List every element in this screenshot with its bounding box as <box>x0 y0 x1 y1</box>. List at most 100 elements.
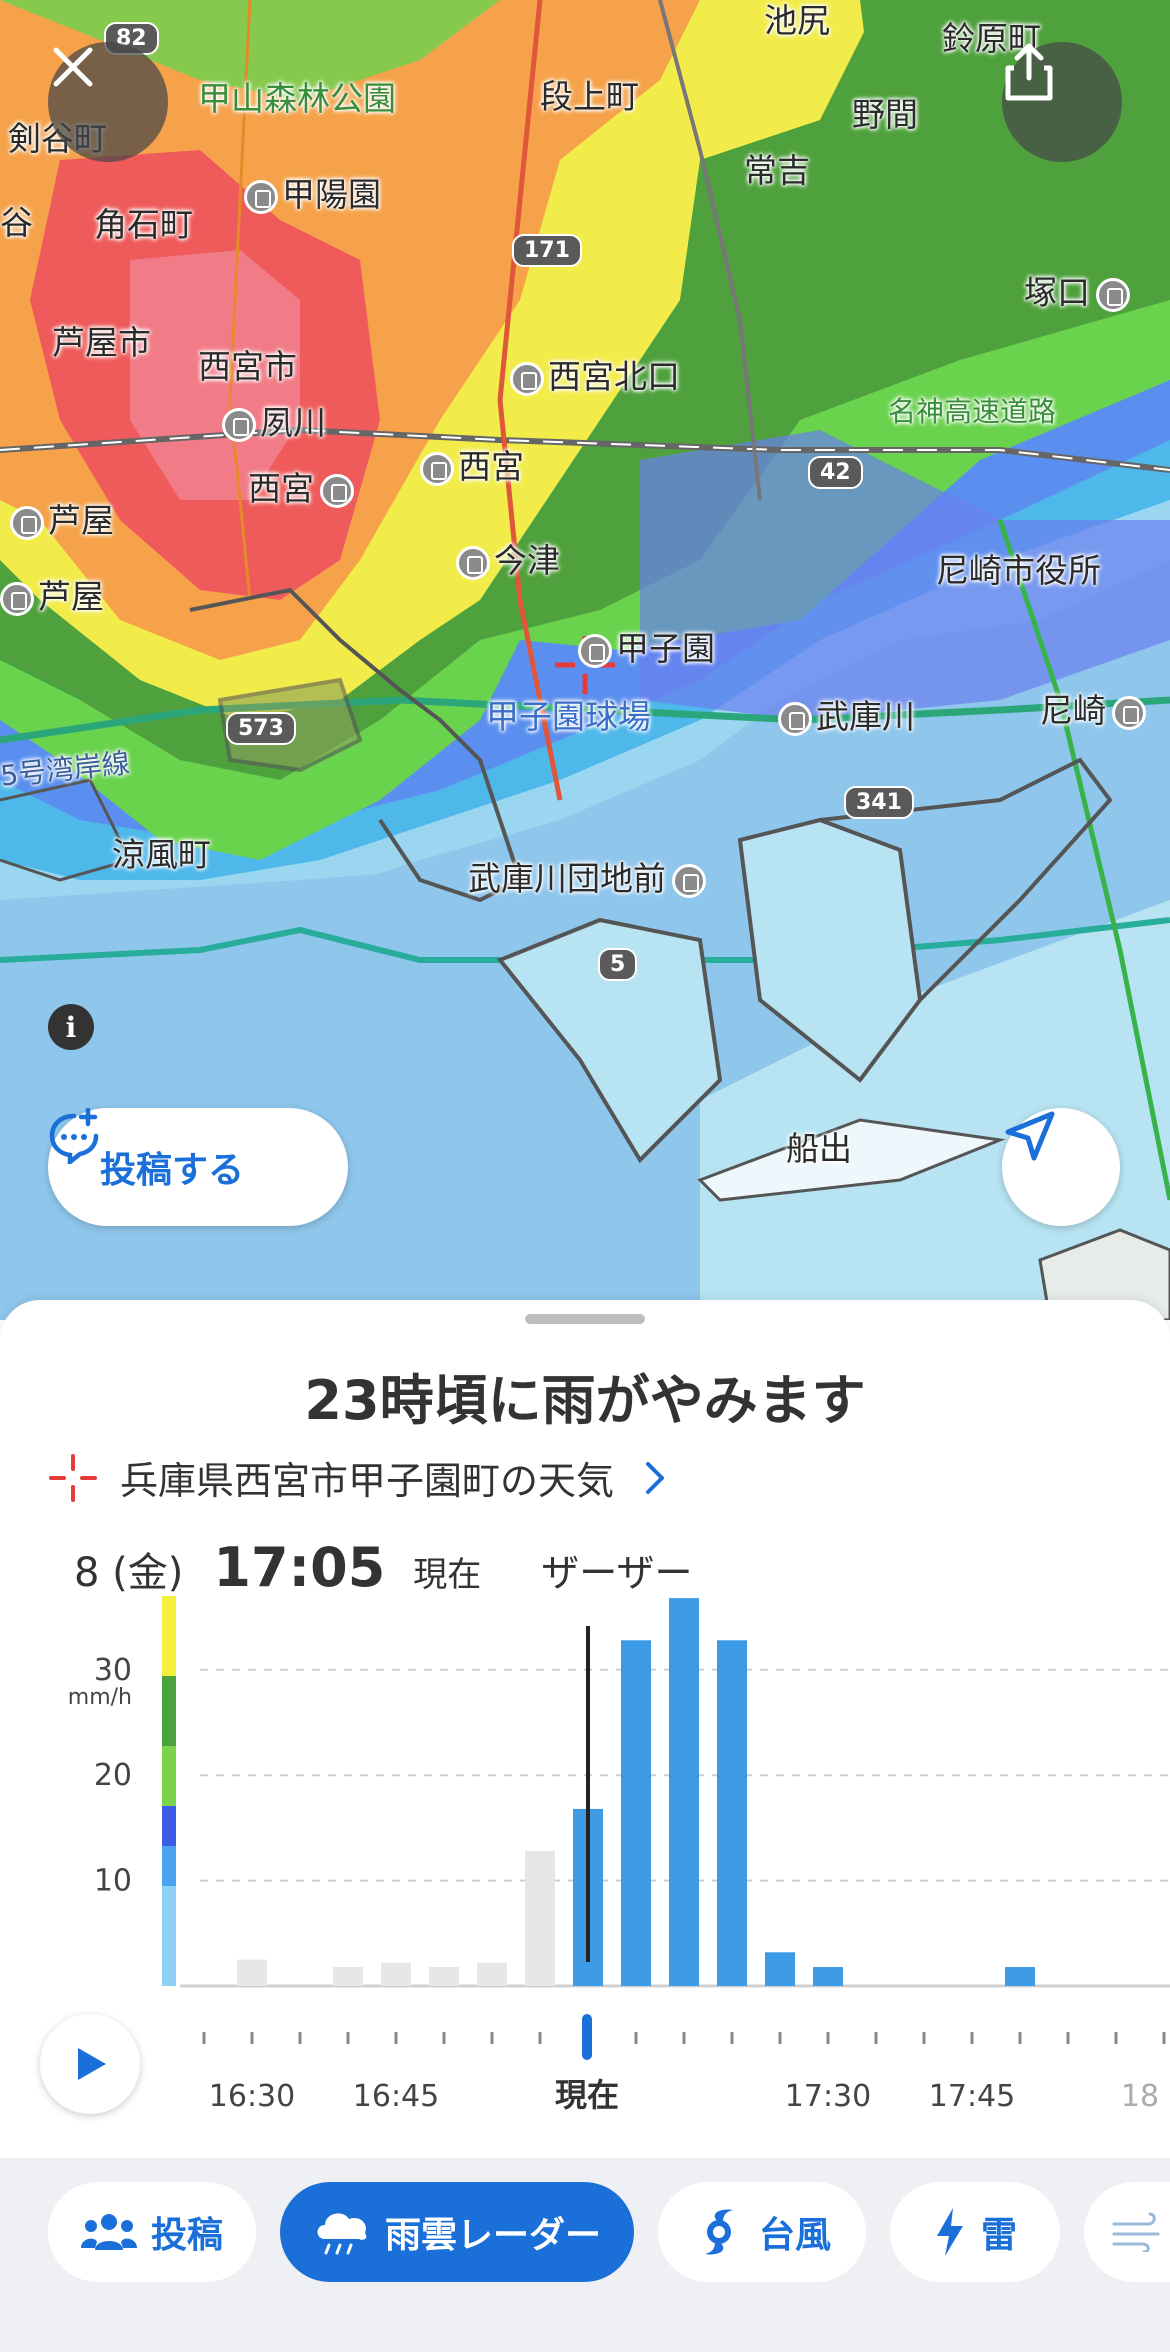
navigation-arrow-icon <box>1005 1111 1055 1161</box>
station-icon <box>420 451 454 486</box>
tab-lightning[interactable]: 雷 <box>890 2182 1060 2282</box>
bottom-tab-bar: 投稿 雨雲レーダー 台風 雷 <box>0 2158 1170 2352</box>
map-label-meishin: 名神高速道路 <box>888 395 1057 428</box>
station-icon <box>10 505 44 540</box>
tab-rain-radar-label: 雨雲レーダー <box>384 2215 601 2256</box>
route-42-shield: 42 <box>808 456 863 489</box>
close-icon <box>53 47 93 87</box>
post-button-label: 投稿する <box>100 1150 245 1191</box>
past-rain-bar <box>333 1967 363 1986</box>
tab-posts[interactable]: 投稿 <box>48 2182 256 2282</box>
station-icon <box>510 361 544 396</box>
past-rain-bar <box>381 1962 411 1986</box>
map-label-ikejiri: 池尻 <box>764 1 830 40</box>
station-icon <box>222 407 256 442</box>
past-rain-bar <box>477 1962 507 1986</box>
rainfall-chart: 10 20 30mm/h <box>68 1596 1170 1988</box>
map-label-nishinomiya-hs: 西宮 <box>248 462 358 510</box>
map-label-dangami: 段上町 <box>540 77 639 116</box>
tab-typhoon[interactable]: 台風 <box>658 2182 866 2282</box>
wind-icon <box>1112 2212 1160 2252</box>
sheet-drag-handle[interactable] <box>525 1314 645 1324</box>
station-icon <box>244 179 278 214</box>
forecast-rain-bar <box>717 1640 747 1986</box>
scale-bar-segment <box>162 1746 176 1806</box>
map-label-shukugawa: 夙川 <box>222 396 326 444</box>
y-tick-label: 20 <box>94 1758 132 1793</box>
typhoon-icon <box>704 2209 733 2255</box>
past-rain-bar <box>525 1851 555 1986</box>
map-label-amagasaki-office: 尼崎市役所 <box>936 551 1101 590</box>
map-label-imazu: 今津 <box>456 534 560 582</box>
route-341-shield: 341 <box>844 786 914 819</box>
station-icon <box>0 581 34 616</box>
location-link[interactable]: 兵庫県西宮市甲子園町の天気 <box>48 1450 666 1505</box>
rain-intensity-label: ザーザー <box>541 1551 693 1595</box>
map-label-noma: 野間 <box>852 95 918 134</box>
map-label-ashiya-1: 芦屋 <box>10 494 114 542</box>
timeline-label: 17:45 <box>929 2079 1015 2114</box>
y-tick-label: 10 <box>94 1864 132 1899</box>
map-label-mukogawa-danchi: 武庫川団地前 <box>468 852 710 900</box>
map-label-koshien: 甲子園 <box>578 622 715 670</box>
tab-typhoon-label: 台風 <box>758 2215 831 2256</box>
station-icon <box>456 545 490 580</box>
post-button[interactable]: 投稿する <box>48 1108 348 1226</box>
map-label-tsuneyoshi: 常吉 <box>744 151 810 190</box>
timeline-label: 17:30 <box>785 2079 871 2114</box>
tab-posts-label: 投稿 <box>150 2215 223 2256</box>
forecast-rain-bar <box>669 1598 699 1986</box>
now-label: 現在 <box>413 1555 482 1595</box>
forecast-rain-bar <box>621 1640 651 1986</box>
map-label-nishinomiya-jr: 西宮 <box>420 440 524 488</box>
route-5-shield: 5 <box>598 948 638 981</box>
map-label-nishinomiyakitaguchi: 西宮北口 <box>510 350 680 398</box>
lightning-icon <box>936 2208 963 2256</box>
post-comment-icon <box>49 1108 99 1164</box>
map-label-kabutoyama: 甲山森林公園 <box>198 79 396 118</box>
map-label-kabutoen: 甲陽園 <box>244 168 381 216</box>
scale-bar-segment <box>162 1886 176 1986</box>
timeline-scrubber[interactable]: 16:30 16:45 現在 17:30 17:45 18 <box>0 2000 1170 2130</box>
map-label-tsukaguchi: 塚口 <box>1024 266 1134 314</box>
scale-bar-segment <box>162 1596 176 1676</box>
station-icon <box>1112 695 1146 730</box>
share-button[interactable] <box>1002 42 1122 162</box>
tab-wind-partial[interactable] <box>1084 2182 1170 2282</box>
scale-bar-segment <box>162 1676 176 1746</box>
share-icon <box>1005 43 1053 101</box>
rain-cloud-icon <box>317 2213 367 2255</box>
timeline-label-now: 現在 <box>555 2076 619 2114</box>
map-label-mukogawa: 武庫川 <box>778 690 915 738</box>
map-label-suzukaze: 涼風町 <box>112 835 211 874</box>
timeline-label: 16:30 <box>209 2079 295 2114</box>
rain-forecast-headline: 23時頃に雨がやみます <box>304 1369 866 1432</box>
location-crosshair-icon <box>49 1453 97 1502</box>
y-axis-unit: mm/h <box>68 1685 132 1710</box>
info-button[interactable]: i <box>48 1004 94 1050</box>
time-label: 17:05 <box>213 1536 386 1599</box>
close-button[interactable] <box>48 42 168 162</box>
past-rain-bar <box>237 1959 267 1986</box>
chevron-right-icon <box>646 1461 665 1494</box>
y-tick-label: 30 <box>94 1653 132 1688</box>
tab-lightning-label: 雷 <box>980 2215 1017 2256</box>
timeline-label: 16:45 <box>353 2079 439 2114</box>
people-icon <box>80 2214 137 2250</box>
radar-map[interactable]: 82 171 42 573 341 5 剣谷町 甲山森林公園 段上町 池尻 鈴原… <box>0 0 1170 1320</box>
map-label-funade: 船出 <box>786 1129 852 1168</box>
current-location-button[interactable] <box>1002 1108 1120 1226</box>
station-icon <box>672 863 706 898</box>
map-label-kakuishi: 角石町 <box>94 205 193 244</box>
tab-rain-radar[interactable]: 雨雲レーダー <box>280 2182 634 2282</box>
station-icon <box>578 633 612 668</box>
station-icon <box>1096 277 1130 312</box>
forecast-rain-bar <box>1005 1967 1035 1986</box>
map-label-ashiya-2: 芦屋 <box>0 570 104 618</box>
station-icon <box>778 701 812 736</box>
map-label-koshien-stadium: 甲子園球場 <box>486 697 651 736</box>
location-name: 兵庫県西宮市甲子園町の天気 <box>120 1459 615 1503</box>
map-label-amagasaki: 尼崎 <box>1040 684 1150 732</box>
date-label: 8 (金) <box>74 1550 184 1596</box>
past-rain-bar <box>429 1967 459 1986</box>
